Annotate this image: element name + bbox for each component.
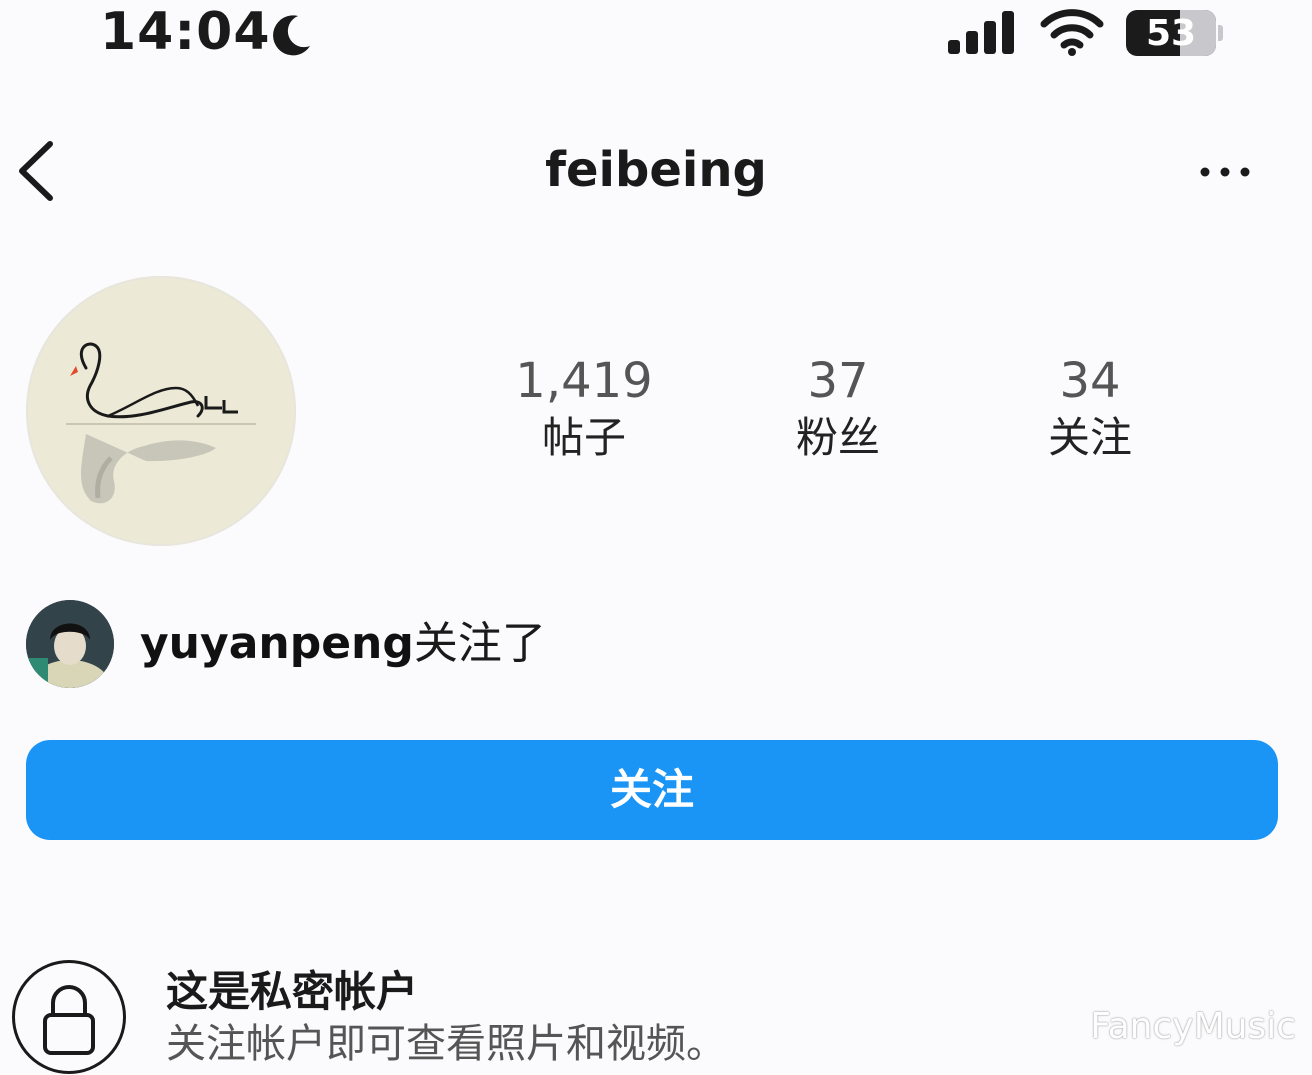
mutual-follower-avatar[interactable] — [26, 600, 114, 688]
more-horizontal-icon[interactable] — [1196, 160, 1254, 184]
private-account-title: 这是私密帐户 — [166, 967, 419, 1016]
stat-posts-label: 帖子 — [541, 413, 626, 462]
stat-posts[interactable]: 1,419 帖子 — [484, 352, 684, 466]
cellular-signal-icon — [948, 11, 1014, 54]
status-time: 14:04 — [100, 2, 271, 62]
wifi-icon — [1040, 9, 1104, 56]
followed-by-suffix: 关注了 — [413, 618, 546, 669]
profile-avatar[interactable] — [26, 276, 296, 546]
stat-followers-count: 37 — [807, 353, 869, 409]
battery-tip — [1218, 25, 1223, 41]
follow-button[interactable]: 关注 — [26, 740, 1278, 840]
stat-posts-count: 1,419 — [515, 353, 653, 409]
followed-by-text[interactable]: yuyanpeng关注了 — [140, 614, 546, 674]
moon-icon — [273, 15, 310, 56]
stat-followers-label: 粉丝 — [795, 413, 880, 462]
stat-following-label: 关注 — [1047, 413, 1132, 462]
stat-following[interactable]: 34 关注 — [990, 352, 1190, 466]
stat-following-count: 34 — [1059, 353, 1121, 409]
swan-avatar — [66, 342, 256, 504]
lock-icon — [12, 960, 126, 1074]
private-account-description: 关注帐户即可查看照片和视频。 — [166, 1021, 726, 1067]
person-avatar-image — [26, 600, 114, 688]
battery-icon: 53 — [1126, 10, 1216, 56]
mutual-follower-username[interactable]: yuyanpeng — [140, 618, 414, 669]
page-title: feibeing — [545, 142, 767, 198]
battery-level: 53 — [1145, 13, 1197, 54]
stat-followers[interactable]: 37 粉丝 — [738, 352, 938, 466]
watermark: FancyMusic — [1090, 1006, 1296, 1047]
